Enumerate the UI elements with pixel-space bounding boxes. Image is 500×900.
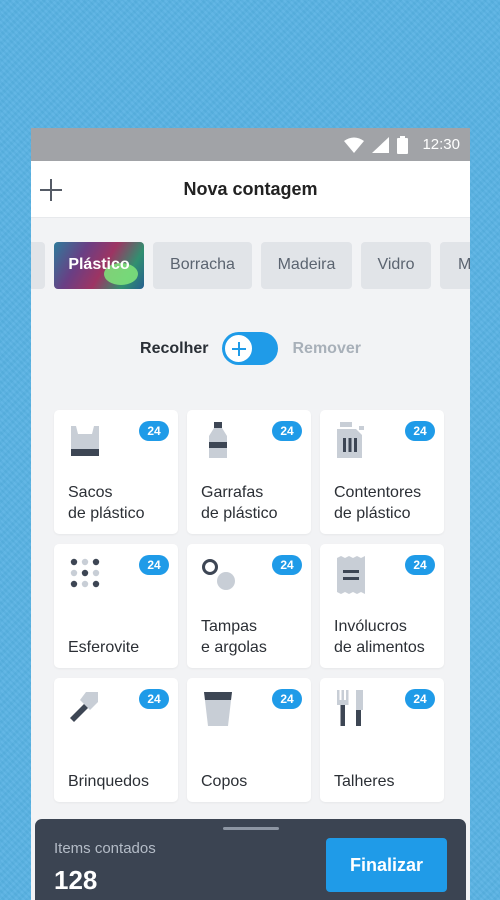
bottom-sheet[interactable]: Items contados 128 Finalizar [35, 819, 466, 900]
food-wrapper-icon [337, 556, 365, 594]
item-card-sacos[interactable]: 24 Sacos de plástico [54, 410, 178, 534]
category-chip-vidro[interactable]: Vidro [361, 241, 431, 289]
item-name: Invólucros de alimentos [334, 618, 425, 656]
item-name: Contentores de plástico [334, 484, 422, 522]
item-name: Sacos de plástico [68, 484, 145, 522]
count-badge: 24 [405, 421, 435, 441]
items-counted-value: 128 [54, 865, 98, 895]
count-badge: 24 [272, 689, 302, 709]
count-badge: 24 [405, 689, 435, 709]
cutlery-icon [337, 690, 363, 726]
mode-switch[interactable] [222, 332, 279, 365]
item-name: Copos [201, 773, 248, 790]
item-name: Esferovite [68, 639, 140, 656]
category-chip-label: Madeira [277, 256, 336, 273]
add-icon [223, 333, 255, 364]
category-chip-borracha[interactable]: Borracha [153, 241, 252, 289]
item-card-copos[interactable]: 24 Copos [187, 678, 311, 802]
category-chip-label: Borracha [170, 256, 235, 273]
count-badge: 24 [272, 555, 302, 575]
signal-icon [372, 136, 390, 153]
mode-toggle-row: Recolher Remover [31, 312, 470, 385]
phone-screen: 12:30 Nova contagem Plástico Borracha Ma… [31, 128, 470, 900]
battery-icon [397, 135, 409, 154]
app-bar: Nova contagem [31, 161, 470, 218]
cup-icon [204, 692, 232, 726]
category-chip-madeira[interactable]: Madeira [261, 241, 352, 289]
category-chip-label: Plástico [68, 256, 130, 273]
page-title: Nova contagem [183, 178, 318, 199]
styrofoam-icon [70, 558, 100, 588]
count-badge: 24 [405, 555, 435, 575]
drag-handle[interactable] [223, 827, 279, 830]
count-badge: 24 [139, 555, 169, 575]
category-chips: Plástico Borracha Madeira Vidro M [31, 218, 470, 312]
plus-icon[interactable] [40, 179, 62, 201]
item-grid: 24 Sacos de plástico 24 Garrafas de plás… [54, 410, 444, 802]
item-name: Brinquedos [68, 773, 149, 790]
item-card-tampas[interactable]: 24 Tampas e argolas [187, 544, 311, 668]
item-card-esferovite[interactable]: 24 Esferovite [54, 544, 178, 668]
item-card-talheres[interactable]: 24 Talheres [320, 678, 444, 802]
category-chip-label: Vidro [377, 256, 415, 273]
items-counted-label: Items contados [54, 840, 156, 857]
finish-button[interactable]: Finalizar [326, 838, 447, 892]
count-badge: 24 [139, 689, 169, 709]
item-name: Talheres [334, 773, 395, 790]
status-time: 12:30 [422, 136, 460, 153]
status-bar: 12:30 [31, 128, 470, 161]
category-chip-plastico[interactable]: Plástico [54, 241, 144, 289]
mode-label-recolher[interactable]: Recolher [140, 340, 208, 358]
item-card-garrafas[interactable]: 24 Garrafas de plástico [187, 410, 311, 534]
wifi-icon [344, 137, 365, 153]
item-card-involucros[interactable]: 24 Invólucros de alimentos [320, 544, 444, 668]
toy-shovel-icon [70, 692, 98, 722]
count-badge: 24 [272, 421, 302, 441]
category-chip-partial-right[interactable]: M [440, 241, 470, 289]
mode-label-remover[interactable]: Remover [292, 340, 360, 358]
item-name: Tampas e argolas [201, 618, 267, 656]
item-card-contentores[interactable]: 24 Contentores de plástico [320, 410, 444, 534]
caps-rings-icon [202, 559, 235, 590]
plastic-bag-icon [71, 426, 99, 456]
category-chip-label: M [458, 256, 470, 273]
bottle-icon [209, 422, 227, 458]
count-badge: 24 [139, 421, 169, 441]
jerrycan-icon [337, 422, 364, 458]
item-name: Garrafas de plástico [201, 484, 278, 522]
item-card-brinquedos[interactable]: 24 Brinquedos [54, 678, 178, 802]
category-chip-partial-left[interactable] [31, 241, 45, 289]
